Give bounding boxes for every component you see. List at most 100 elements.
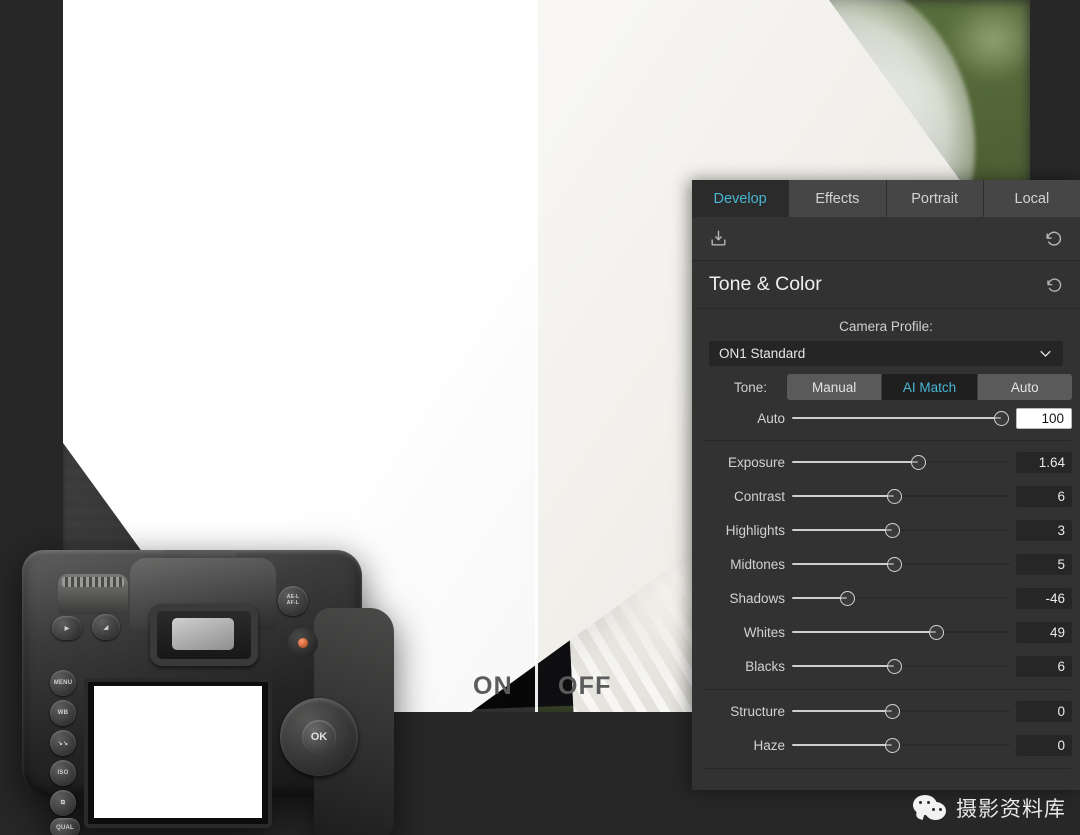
- camera-profile-select[interactable]: ON1 Standard: [709, 341, 1063, 366]
- trash-icon: ◢: [104, 624, 109, 631]
- camera-thumbnail-label: ⧉: [61, 800, 65, 807]
- watermark: 摄影资料库: [913, 793, 1066, 823]
- camera-profile-label: Camera Profile:: [709, 319, 1063, 334]
- camera-joystick-red-indicator: [288, 628, 318, 658]
- slider-knob-blacks[interactable]: [887, 659, 902, 674]
- slider-track-auto[interactable]: [792, 408, 1010, 428]
- camera-profile-block: Camera Profile: ON1 Standard: [692, 309, 1080, 366]
- slider-label-highlights: Highlights: [700, 523, 792, 538]
- slider-track-fill-midtones: [792, 563, 894, 565]
- slider-track-fill-structure: [792, 710, 892, 712]
- slider-row-midtones: Midtones 5: [692, 547, 1080, 581]
- tone-color-section-header: Tone & Color: [692, 261, 1080, 309]
- slider-row-whites: Whites49: [692, 615, 1080, 649]
- camera-qual-label: QUAL: [56, 825, 74, 831]
- tab-portrait[interactable]: Portrait: [887, 180, 984, 217]
- slider-track-whites[interactable]: [792, 622, 1010, 642]
- slider-label-contrast: Contrast: [700, 489, 792, 504]
- slider-value-whites[interactable]: 49: [1016, 622, 1072, 643]
- develop-edit-panel: Develop Effects Portrait Local Tone & Co…: [692, 180, 1080, 790]
- slider-track-structure[interactable]: [792, 701, 1010, 721]
- slider-knob-structure[interactable]: [885, 704, 900, 719]
- camera-zoom-out-label: ↘↘: [58, 740, 68, 747]
- slider-knob-contrast[interactable]: [887, 489, 902, 504]
- slider-label-exposure: Exposure: [700, 455, 792, 470]
- section-title: Tone & Color: [709, 273, 822, 296]
- slider-value-shadows[interactable]: -46: [1016, 588, 1072, 609]
- slider-knob-highlights[interactable]: [885, 523, 900, 538]
- tone-option-manual-label: Manual: [812, 380, 856, 395]
- slider-track-contrast[interactable]: [792, 486, 1010, 506]
- camera-ok-label: OK: [311, 731, 328, 743]
- reset-arrow-icon[interactable]: [1044, 229, 1063, 248]
- slider-value-contrast[interactable]: 6: [1016, 486, 1072, 507]
- slider-knob-whites[interactable]: [929, 625, 944, 640]
- slider-row-exposure: Exposure 1.64: [692, 445, 1080, 479]
- divider-bottom: [702, 768, 1070, 769]
- camera-body: ▶ ◢ MENU WB ↘↘ ISO ⧉ QUAL AE-L AF-L OK: [22, 550, 362, 798]
- camera-playback-button: ▶: [52, 616, 82, 640]
- tab-effects-label: Effects: [815, 191, 859, 207]
- slider-track-fill-blacks: [792, 665, 894, 667]
- tone-option-auto-label: Auto: [1011, 380, 1039, 395]
- camera-profile-value: ON1 Standard: [719, 346, 805, 361]
- tone-option-ai-match[interactable]: AI Match: [882, 374, 977, 400]
- slider-row-shadows: Shadows-46: [692, 581, 1080, 615]
- slider-track-fill-auto: [792, 417, 1001, 419]
- camera-lcd-preview-image: [94, 686, 262, 818]
- slider-track-highlights[interactable]: [792, 520, 1010, 540]
- camera-menu-label: MENU: [54, 680, 72, 686]
- slider-knob-midtones[interactable]: [887, 557, 902, 572]
- camera-wb-button: WB: [50, 700, 76, 726]
- slider-value-blacks[interactable]: 6: [1016, 656, 1072, 677]
- slider-row-contrast: Contrast 6: [692, 479, 1080, 513]
- divider-after-auto: [702, 440, 1070, 441]
- tone-option-manual[interactable]: Manual: [787, 374, 882, 400]
- tone-option-ai-match-label: AI Match: [903, 380, 956, 395]
- slider-knob-exposure[interactable]: [911, 455, 926, 470]
- slider-track-fill-contrast: [792, 495, 894, 497]
- tab-effects[interactable]: Effects: [789, 180, 886, 217]
- slider-label-auto: Auto: [700, 411, 792, 426]
- slider-row-auto: Auto 100: [692, 400, 1080, 434]
- slider-row-blacks: Blacks6: [692, 649, 1080, 683]
- tab-develop[interactable]: Develop: [692, 180, 789, 217]
- slider-value-highlights[interactable]: 3: [1016, 520, 1072, 541]
- slider-track-haze[interactable]: [792, 735, 1010, 755]
- slider-value-auto[interactable]: 100: [1016, 408, 1072, 429]
- camera-viewfinder: [150, 604, 258, 666]
- camera-delete-button: ◢: [92, 614, 120, 640]
- slider-label-midtones: Midtones: [700, 557, 792, 572]
- download-icon[interactable]: [709, 229, 728, 248]
- label-off: OFF: [558, 660, 612, 712]
- slider-knob-auto[interactable]: [994, 411, 1009, 426]
- tone-option-auto[interactable]: Auto: [978, 374, 1072, 400]
- panel-icon-toolbar: [692, 217, 1080, 261]
- slider-knob-haze[interactable]: [885, 738, 900, 753]
- slider-track-fill-haze: [792, 744, 892, 746]
- camera-ae-af-lock-button: AE-L AF-L: [278, 586, 308, 616]
- slider-value-exposure[interactable]: 1.64: [1016, 452, 1072, 473]
- before-after-split-divider[interactable]: [535, 0, 538, 712]
- secondary-slider-group: Structure0Haze0: [692, 694, 1080, 762]
- slider-value-structure[interactable]: 0: [1016, 701, 1072, 722]
- slider-track-fill-shadows: [792, 597, 847, 599]
- slider-track-shadows[interactable]: [792, 588, 1010, 608]
- label-on: ON: [473, 660, 513, 712]
- tab-local[interactable]: Local: [984, 180, 1080, 217]
- slider-value-midtones[interactable]: 5: [1016, 554, 1072, 575]
- tone-mode-row: Tone: Manual AI Match Auto: [692, 366, 1080, 400]
- slider-knob-shadows[interactable]: [840, 591, 855, 606]
- tone-segmented-control: Manual AI Match Auto: [787, 374, 1072, 400]
- section-reset-arrow-icon[interactable]: [1045, 276, 1063, 294]
- camera-lcd-screen: [84, 678, 272, 828]
- slider-track-fill-exposure: [792, 461, 918, 463]
- slider-track-midtones[interactable]: [792, 554, 1010, 574]
- chevron-down-icon: [1038, 346, 1053, 364]
- tab-develop-label: Develop: [714, 191, 767, 207]
- slider-value-haze[interactable]: 0: [1016, 735, 1072, 756]
- camera-multi-selector-dial: OK: [280, 698, 358, 776]
- slider-track-fill-whites: [792, 631, 936, 633]
- slider-track-exposure[interactable]: [792, 452, 1010, 472]
- slider-track-blacks[interactable]: [792, 656, 1010, 676]
